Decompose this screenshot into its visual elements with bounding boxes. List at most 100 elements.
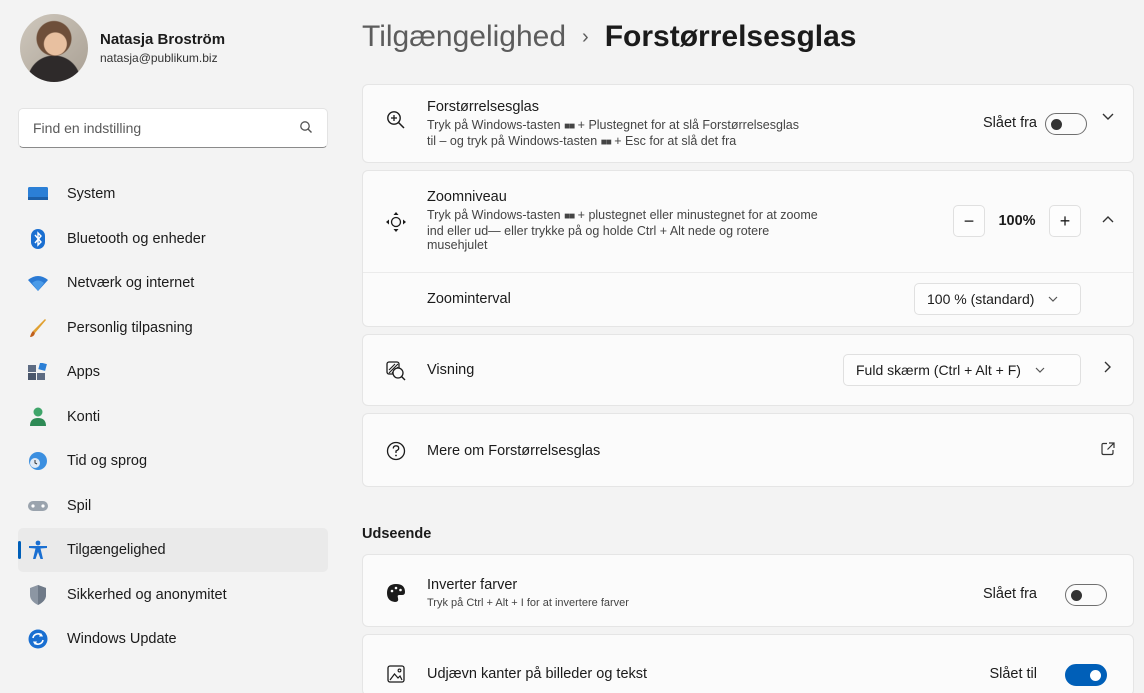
breadcrumb: Tilgængelighed › Forstørrelsesglas bbox=[362, 20, 856, 54]
sidebar-item-label: Sikkerhed og anonymitet bbox=[67, 586, 227, 603]
sidebar-item-label: Bluetooth og enheder bbox=[67, 230, 206, 247]
sidebar-nav: System Bluetooth og enheder Netværk og i… bbox=[18, 172, 328, 662]
bluetooth-icon bbox=[28, 228, 48, 249]
zoom-interval-dropdown[interactable]: 100 % (standard) bbox=[914, 283, 1081, 315]
zoom-interval-row: Zoominterval 100 % (standard) bbox=[363, 273, 1133, 327]
avatar bbox=[20, 14, 88, 82]
smooth-edges-title: Udjævn kanter på billeder og tekst bbox=[427, 666, 648, 682]
chevron-down-icon bbox=[1048, 294, 1058, 305]
sidebar-item-system[interactable]: System bbox=[18, 172, 328, 216]
smooth-edges-toggle[interactable] bbox=[1065, 664, 1107, 686]
windows-key-icon: ■■ bbox=[564, 211, 575, 222]
account-icon bbox=[28, 407, 48, 427]
invert-description: Tryk på Ctrl + Alt + I for at invertere … bbox=[427, 597, 629, 609]
toggle-knob bbox=[1071, 590, 1082, 601]
external-link-icon[interactable] bbox=[1097, 442, 1119, 456]
accessibility-icon bbox=[28, 540, 48, 560]
system-icon bbox=[28, 184, 48, 204]
view-value: Fuld skærm (Ctrl + Alt + F) bbox=[856, 362, 1021, 378]
sidebar-item-windows-update[interactable]: Windows Update bbox=[18, 617, 328, 661]
desc-text: musehjulet bbox=[427, 238, 488, 252]
zoom-level-card: Zoomniveau Tryk på Windows-tasten ■■ + p… bbox=[362, 170, 1134, 327]
shield-icon bbox=[28, 584, 48, 605]
sidebar-item-label: Apps bbox=[67, 364, 101, 380]
zoom-move-icon bbox=[385, 211, 407, 233]
chevron-right-icon[interactable] bbox=[1097, 361, 1119, 373]
clock-globe-icon bbox=[28, 451, 48, 471]
sidebar-item-security[interactable]: Sikkerhed og anonymitet bbox=[18, 573, 328, 617]
view-dropdown[interactable]: Fuld skærm (Ctrl + Alt + F) bbox=[843, 354, 1081, 386]
brush-icon bbox=[28, 318, 48, 338]
sidebar-item-label: Tilgængelighed bbox=[67, 542, 166, 558]
desc-text: ind eller ud— eller trykke på og holde C… bbox=[427, 224, 770, 238]
profile-name: Natasja Broström bbox=[100, 31, 226, 48]
sidebar-item-label: System bbox=[67, 186, 116, 202]
magnifier-title: Forstørrelsesglas bbox=[427, 99, 539, 115]
sidebar-item-label: Windows Update bbox=[67, 631, 177, 647]
search-box[interactable] bbox=[18, 108, 328, 148]
zoom-text: Zoomniveau Tryk på Windows-tasten ■■ + p… bbox=[427, 189, 818, 252]
sidebar-item-apps[interactable]: Apps bbox=[18, 350, 328, 394]
sidebar-item-label: Spil bbox=[67, 497, 92, 514]
view-icon bbox=[385, 360, 407, 382]
sidebar-item-accounts[interactable]: Konti bbox=[18, 395, 328, 439]
help-icon bbox=[385, 440, 407, 462]
search-input[interactable] bbox=[33, 120, 299, 136]
magnifier-card[interactable]: Forstørrelsesglas Tryk på Windows-tasten… bbox=[362, 84, 1134, 163]
sidebar-item-personalization[interactable]: Personlig tilpasning bbox=[18, 306, 328, 350]
zoom-out-button[interactable]: − bbox=[953, 205, 985, 237]
sidebar-item-accessibility[interactable]: Tilgængelighed bbox=[18, 528, 328, 572]
page-title: Forstørrelsesglas bbox=[604, 20, 857, 53]
user-profile[interactable]: Natasja Broström natasja@publikum.biz bbox=[20, 14, 225, 82]
profile-text: Natasja Broström natasja@publikum.biz bbox=[100, 31, 225, 65]
sidebar-item-label: Netværk og internet bbox=[67, 275, 195, 291]
invert-colors-card[interactable]: Inverter farver Tryk på Ctrl + Alt + I f… bbox=[362, 554, 1134, 627]
desc-text: Tryk på Windows-tasten bbox=[427, 208, 561, 222]
zoom-description: Tryk på Windows-tasten ■■ + plustegnet e… bbox=[427, 208, 818, 252]
zoom-in-button[interactable]: + bbox=[1049, 205, 1081, 237]
breadcrumb-separator: › bbox=[582, 25, 589, 48]
desc-text: + Plustegnet for at slå Forstørrelsesgla… bbox=[577, 118, 799, 132]
magnifier-description: Tryk på Windows-tasten ■■ + Plustegnet f… bbox=[427, 118, 799, 150]
magnifier-toggle[interactable] bbox=[1045, 113, 1087, 135]
chevron-down-icon bbox=[1035, 365, 1045, 376]
invert-state-label: Slået fra bbox=[983, 586, 1037, 602]
sidebar: Natasja Broström natasja@publikum.biz Sy… bbox=[0, 0, 340, 693]
magnifier-state-label: Slået fra bbox=[983, 115, 1037, 131]
sidebar-item-label: Personlig tilpasning bbox=[67, 319, 193, 336]
sidebar-item-bluetooth[interactable]: Bluetooth og enheder bbox=[18, 217, 328, 261]
windows-key-icon: ■■ bbox=[600, 137, 612, 148]
desc-text: + plustegnet eller minustegnet for at zo… bbox=[577, 208, 818, 222]
sidebar-item-network[interactable]: Netværk og internet bbox=[18, 261, 328, 305]
desc-text: + Esc for at slå det fra bbox=[614, 134, 737, 148]
toggle-knob bbox=[1090, 670, 1101, 681]
sidebar-item-label: Tid og sprog bbox=[67, 453, 148, 469]
profile-email: natasja@publikum.biz bbox=[100, 51, 218, 65]
chevron-down-icon[interactable] bbox=[1097, 113, 1119, 121]
view-title: Visning bbox=[427, 362, 475, 378]
gamepad-icon bbox=[28, 496, 48, 516]
zoom-in-icon bbox=[385, 109, 407, 131]
desc-text: Tryk på Windows-tasten bbox=[427, 118, 561, 132]
update-icon bbox=[28, 629, 48, 649]
zoom-interval-value: 100 % (standard) bbox=[927, 291, 1035, 307]
more-info-title: Mere om Forstørrelsesglas bbox=[427, 443, 601, 459]
zoom-value: 100% bbox=[998, 213, 1036, 229]
smooth-edges-card[interactable]: Udjævn kanter på billeder og tekst Slået… bbox=[362, 634, 1134, 693]
image-icon bbox=[385, 663, 407, 685]
sidebar-item-gaming[interactable]: Spil bbox=[18, 484, 328, 528]
desc-text: til – og tryk på Windows-tasten bbox=[427, 134, 598, 148]
breadcrumb-parent[interactable]: Tilgængelighed bbox=[362, 20, 566, 54]
zoom-stepper: − 100% + bbox=[953, 205, 1081, 237]
more-info-card[interactable]: Mere om Forstørrelsesglas bbox=[362, 413, 1134, 487]
view-card[interactable]: Visning Fuld skærm (Ctrl + Alt + F) bbox=[362, 334, 1134, 406]
active-indicator bbox=[18, 541, 21, 559]
chevron-up-icon[interactable] bbox=[1097, 215, 1119, 223]
apps-icon bbox=[28, 362, 48, 382]
invert-colors-toggle[interactable] bbox=[1065, 584, 1107, 606]
sidebar-item-label: Konti bbox=[67, 408, 101, 425]
search-icon[interactable] bbox=[299, 120, 313, 137]
sidebar-item-time-language[interactable]: Tid og sprog bbox=[18, 439, 328, 483]
palette-icon bbox=[385, 582, 407, 604]
section-title-appearance: Udseende bbox=[362, 526, 432, 542]
